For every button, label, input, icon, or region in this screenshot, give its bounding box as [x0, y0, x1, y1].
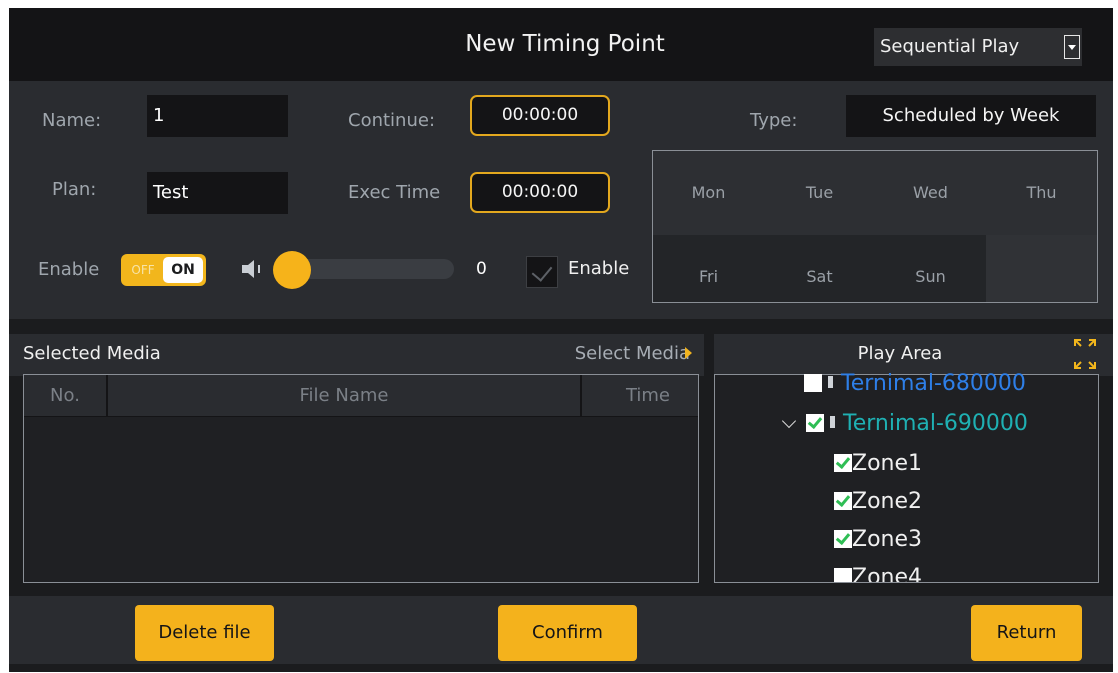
chevron-down-icon[interactable]	[781, 413, 797, 429]
checkbox[interactable]	[834, 492, 852, 510]
tree-item-zone-clip: Zone4	[834, 561, 1034, 582]
checkbox[interactable]	[834, 568, 852, 582]
page-title: New Timing Point	[465, 31, 665, 57]
terminal-icon	[828, 376, 833, 388]
enable-checkbox-label: Enable	[568, 258, 630, 279]
continue-label: Continue:	[348, 110, 436, 131]
volume-value: 0	[476, 259, 487, 279]
continue-time-input[interactable]: 00:00:00	[470, 95, 610, 136]
toggle-off-label: OFF	[131, 263, 155, 277]
tree-item-zone[interactable]: Zone4	[834, 561, 922, 582]
terminal-icon	[830, 416, 835, 428]
exec-time-label: Exec Time	[348, 182, 441, 203]
column-file-name[interactable]: File Name	[108, 375, 580, 417]
selected-media-title: Selected Media	[23, 343, 161, 364]
toggle-on-label[interactable]: ON	[163, 257, 203, 283]
day-sat[interactable]: Sat	[764, 235, 875, 302]
chevron-down-icon[interactable]	[1064, 35, 1080, 59]
delete-file-button[interactable]: Delete file	[135, 605, 274, 661]
column-no[interactable]: No.	[24, 375, 106, 417]
tree-item-zone[interactable]: Zone1	[834, 447, 1034, 481]
return-button[interactable]: Return	[971, 605, 1082, 661]
volume-slider-handle[interactable]	[273, 251, 311, 289]
select-media-link[interactable]: Select Media	[520, 334, 692, 374]
speaker-icon[interactable]	[240, 258, 264, 280]
tree-item-label: Zone2	[852, 489, 923, 514]
type-select[interactable]: Scheduled by Week	[846, 95, 1096, 137]
plan-label: Plan:	[52, 179, 97, 200]
tree-item-label: Zone4	[852, 565, 923, 582]
checkbox[interactable]	[806, 414, 824, 432]
mode-select-value[interactable]: Sequential Play	[880, 28, 1050, 66]
checkbox[interactable]	[804, 374, 822, 392]
enable-checkbox[interactable]	[526, 256, 558, 288]
check-icon	[531, 260, 553, 282]
volume-slider-track[interactable]	[294, 259, 454, 279]
day-wed[interactable]: Wed	[875, 151, 986, 235]
day-thu[interactable]: Thu	[986, 151, 1097, 235]
tree-item-label: Ternimal-690000	[843, 411, 1028, 436]
day-mon[interactable]: Mon	[653, 151, 764, 235]
tree-item-label: Ternimal-680000	[841, 371, 1026, 396]
day-sun[interactable]: Sun	[875, 235, 986, 302]
tree-item-label: Zone3	[852, 527, 923, 552]
type-label: Type:	[750, 110, 798, 131]
plan-input[interactable]: Test	[147, 172, 288, 214]
day-fri[interactable]: Fri	[653, 235, 764, 302]
name-input[interactable]: 1	[147, 95, 288, 137]
tree-item-label: Zone1	[852, 451, 923, 476]
day-empty-cell	[986, 235, 1097, 302]
tree-item-zone[interactable]: Zone2	[834, 485, 1034, 519]
expand-icon[interactable]	[1072, 337, 1098, 371]
day-tue[interactable]: Tue	[764, 151, 875, 235]
tree-item-zone[interactable]: Zone3	[834, 523, 1034, 557]
name-label: Name:	[42, 110, 102, 131]
tree-item-terminal[interactable]: Ternimal-690000	[781, 407, 1089, 441]
tree-item-terminal[interactable]: Ternimal-680000	[804, 367, 1094, 401]
checkbox[interactable]	[834, 530, 852, 548]
exec-time-input[interactable]: 00:00:00	[470, 172, 610, 213]
column-time[interactable]: Time	[582, 375, 698, 417]
enable-label: Enable	[38, 259, 100, 280]
checkbox[interactable]	[834, 454, 852, 472]
confirm-button[interactable]: Confirm	[498, 605, 637, 661]
